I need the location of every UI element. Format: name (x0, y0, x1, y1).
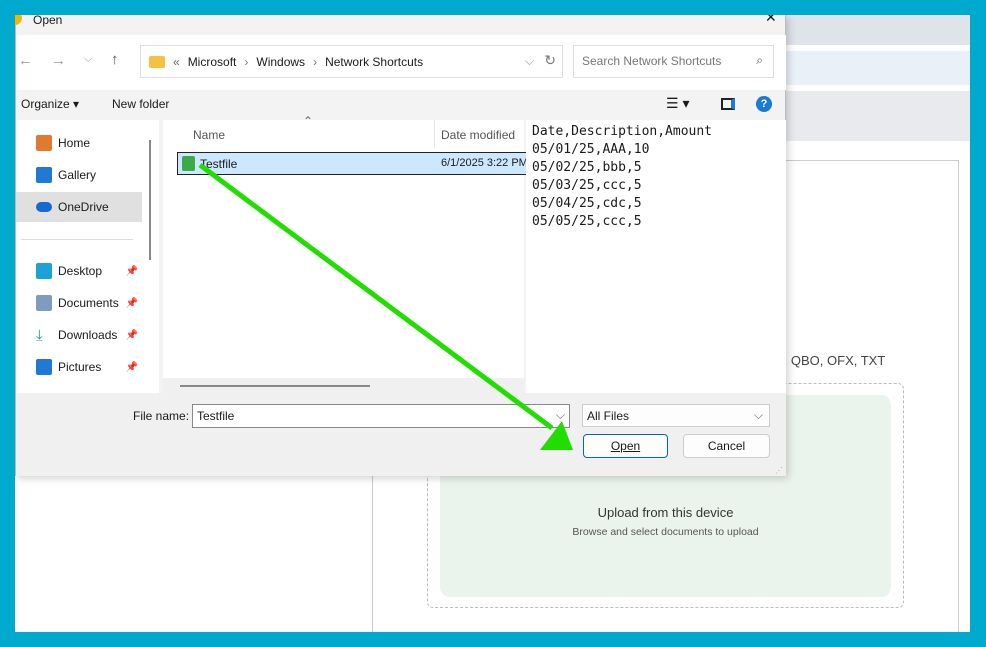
annotation-arrow (198, 162, 573, 450)
arrow-shaft (198, 162, 554, 431)
